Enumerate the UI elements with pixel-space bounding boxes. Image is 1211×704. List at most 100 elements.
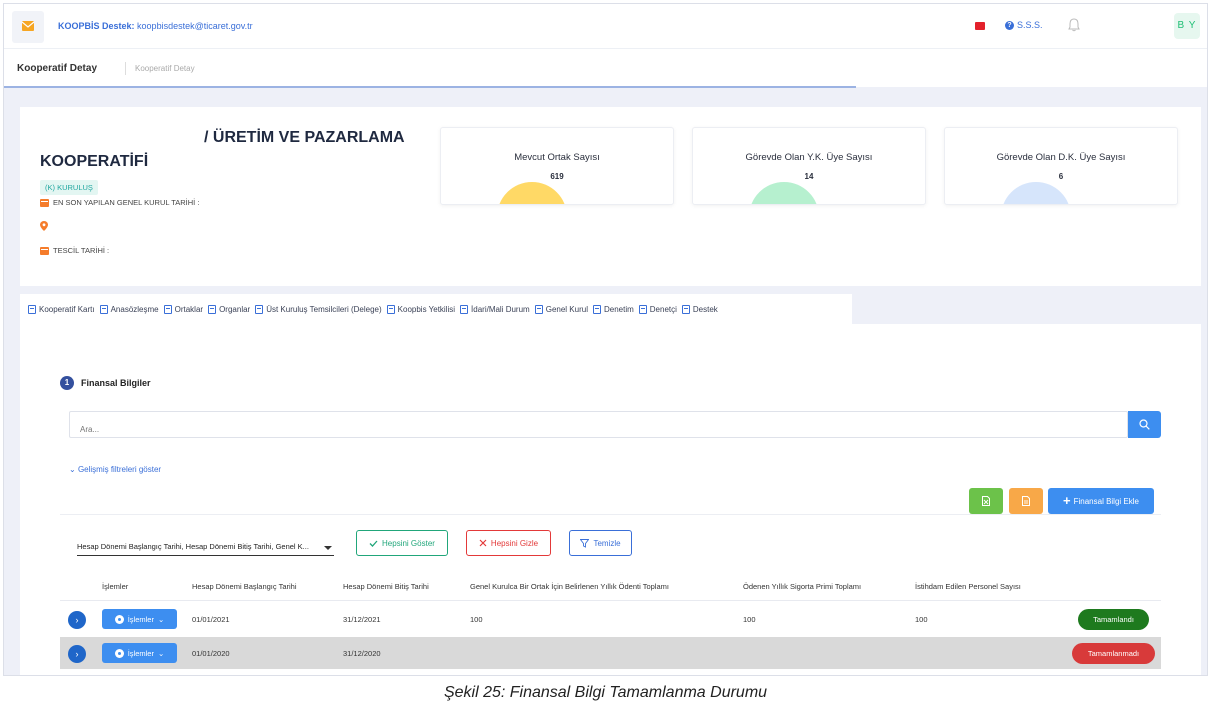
- column-select[interactable]: Hesap Dönemi Başlangıç Tarihi, Hesap Dön…: [77, 538, 334, 556]
- calendar-icon: [40, 198, 49, 207]
- document-icon: [638, 304, 647, 314]
- stat-chart-arc: [749, 182, 819, 204]
- stat-card-audit-members: Görevde Olan D.K. Üye Sayısı 6: [944, 127, 1178, 205]
- end-date-cell: 31/12/2020: [343, 649, 381, 658]
- faq-label: S.S.S.: [1017, 20, 1043, 30]
- end-date-cell: 31/12/2021: [343, 615, 381, 624]
- tab-delegates[interactable]: Üst Kuruluş Temsilcileri (Delege): [255, 304, 382, 314]
- actions-dropdown-button[interactable]: İşlemler ⌄: [102, 609, 177, 629]
- stat-label: Görevde Olan D.K. Üye Sayısı: [996, 152, 1126, 163]
- chevron-down-icon: ⌄: [157, 614, 165, 624]
- faq-link[interactable]: ? S.S.S.: [1005, 20, 1043, 30]
- stat-chart-arc: [497, 182, 567, 204]
- tab-support[interactable]: Destek: [681, 304, 718, 314]
- app-window: KOOPBİS Destek: koopbisdestek@ticaret.go…: [3, 3, 1208, 676]
- document-icon: [386, 304, 395, 314]
- tab-articles[interactable]: Anasözleşme: [99, 304, 159, 314]
- tab-auditor[interactable]: Denetçi: [638, 304, 677, 314]
- export-excel-button[interactable]: [969, 488, 1003, 514]
- document-icon: [681, 304, 690, 314]
- advanced-filters-toggle[interactable]: ⌄ Gelişmiş filtreleri göster: [69, 465, 161, 474]
- add-financial-info-button[interactable]: + Finansal Bilgi Ekle: [1048, 488, 1154, 514]
- stat-label: Mevcut Ortak Sayısı: [514, 152, 600, 163]
- last-assembly-label: EN SON YAPILAN GENEL KURUL TARİHİ :: [53, 198, 200, 207]
- search-button[interactable]: [1128, 411, 1161, 438]
- hide-all-label: Hepsini Gizle: [490, 538, 539, 548]
- tab-partners[interactable]: Ortaklar: [163, 304, 203, 314]
- export-pdf-button[interactable]: [1009, 488, 1043, 514]
- table-row: › İşlemler ⌄ 01/01/2020 31/12/2020 Tamaml…: [60, 637, 1161, 669]
- document-icon: [460, 304, 469, 314]
- cooperative-info-card: / ÜRETİM VE PAZARLAMA KOOPERATİFİ (K) KU…: [20, 107, 1201, 286]
- expand-row-button[interactable]: ›: [68, 611, 86, 629]
- breadcrumb[interactable]: Kooperatif Detay: [135, 64, 195, 73]
- show-all-button[interactable]: Hepsini Göster: [356, 530, 448, 556]
- bell-icon[interactable]: [1068, 18, 1080, 32]
- advanced-filters-label: Gelişmiş filtreleri göster: [77, 465, 162, 474]
- figure-caption: Şekil 25: Finansal Bilgi Tamamlanma Duru…: [443, 684, 768, 701]
- helpdesk-label: KOOPBİS Destek:: [58, 21, 135, 31]
- top-bar: KOOPBİS Destek: koopbisdestek@ticaret.go…: [4, 4, 1207, 49]
- caret-down-icon: [324, 546, 332, 550]
- hide-all-button[interactable]: Hepsini Gizle: [466, 530, 551, 556]
- tab-general-assembly[interactable]: Genel Kurul: [534, 304, 588, 314]
- turkish-flag-icon[interactable]: [975, 22, 985, 30]
- clear-label: Temizle: [593, 538, 621, 548]
- last-assembly-row: EN SON YAPILAN GENEL KURUL TARİHİ :: [40, 198, 199, 207]
- expand-row-button[interactable]: ›: [68, 645, 86, 663]
- divider: [125, 62, 126, 75]
- actions-label: İşlemler: [127, 648, 154, 658]
- column-header[interactable]: Ödenen Yıllık Sigorta Primi Toplamı: [743, 582, 861, 591]
- sub-header: Kooperatif Detay Kooperatif Detay: [4, 49, 1207, 87]
- calendar-icon: [40, 246, 49, 255]
- tab-cooperative-card[interactable]: Kooperatif Kartı: [28, 304, 95, 314]
- tab-label: Destek: [692, 304, 718, 314]
- location-row: [40, 221, 48, 231]
- insurance-cell: 100: [743, 615, 756, 624]
- tab-label: Üst Kuruluş Temsilcileri (Delege): [266, 304, 382, 314]
- document-icon: [534, 304, 543, 314]
- user-avatar[interactable]: B Y: [1174, 13, 1200, 39]
- status-badge: Tamamlandı: [1078, 609, 1149, 630]
- filter-clear-icon: [580, 538, 590, 548]
- envelope-icon: [22, 21, 34, 31]
- column-header[interactable]: Genel Kurulca Bir Ortak İçin Belirlenen …: [470, 582, 669, 591]
- tab-audit[interactable]: Denetim: [592, 304, 634, 314]
- question-icon: ?: [1005, 20, 1014, 30]
- section-title: Finansal Bilgiler: [81, 378, 151, 388]
- tab-label: Denetçi: [649, 304, 677, 314]
- divider: [60, 514, 1161, 515]
- gear-icon: [114, 648, 124, 658]
- tab-admin-financial[interactable]: İdari/Mali Durum: [460, 304, 530, 314]
- pdf-file-icon: [1022, 496, 1030, 506]
- tab-label: Genel Kurul: [545, 304, 588, 314]
- column-header[interactable]: Hesap Dönemi Bitiş Tarihi: [343, 582, 429, 591]
- stat-value: 619: [550, 172, 564, 181]
- gear-icon: [114, 614, 124, 624]
- search-input[interactable]: [69, 411, 1128, 438]
- table-row: › İşlemler ⌄ 01/01/2021 31/12/2021 100 10…: [60, 603, 1161, 635]
- helpdesk-info: KOOPBİS Destek: koopbisdestek@ticaret.go…: [58, 21, 253, 31]
- tab-koopbis-officer[interactable]: Koopbis Yetkilisi: [386, 304, 455, 314]
- actions-label: İşlemler: [127, 614, 154, 624]
- cooperative-name: KOOPERATİFİ: [40, 153, 149, 170]
- divider: [60, 600, 1161, 601]
- status-badge: Tamamlanmadı: [1072, 643, 1155, 664]
- search-icon: [1139, 419, 1150, 430]
- actions-dropdown-button[interactable]: İşlemler ⌄: [102, 643, 177, 663]
- mail-button[interactable]: [12, 11, 44, 43]
- close-icon: [479, 539, 487, 547]
- registration-label: TESCİL TARİHİ :: [53, 246, 110, 255]
- document-icon: [28, 304, 36, 314]
- start-date-cell: 01/01/2020: [192, 649, 230, 658]
- clear-filter-button[interactable]: Temizle: [569, 530, 632, 556]
- document-icon: [163, 304, 172, 314]
- document-icon: [255, 304, 264, 314]
- column-header[interactable]: İstihdam Edilen Personel Sayısı: [915, 582, 1021, 591]
- tab-organs[interactable]: Organlar: [208, 304, 250, 314]
- add-button-label: Finansal Bilgi Ekle: [1073, 496, 1139, 506]
- column-header[interactable]: Hesap Dönemi Başlangıç Tarihi: [192, 582, 297, 591]
- location-pin-icon: [40, 221, 48, 231]
- document-icon: [99, 304, 108, 314]
- helpdesk-email[interactable]: koopbisdestek@ticaret.gov.tr: [137, 21, 253, 31]
